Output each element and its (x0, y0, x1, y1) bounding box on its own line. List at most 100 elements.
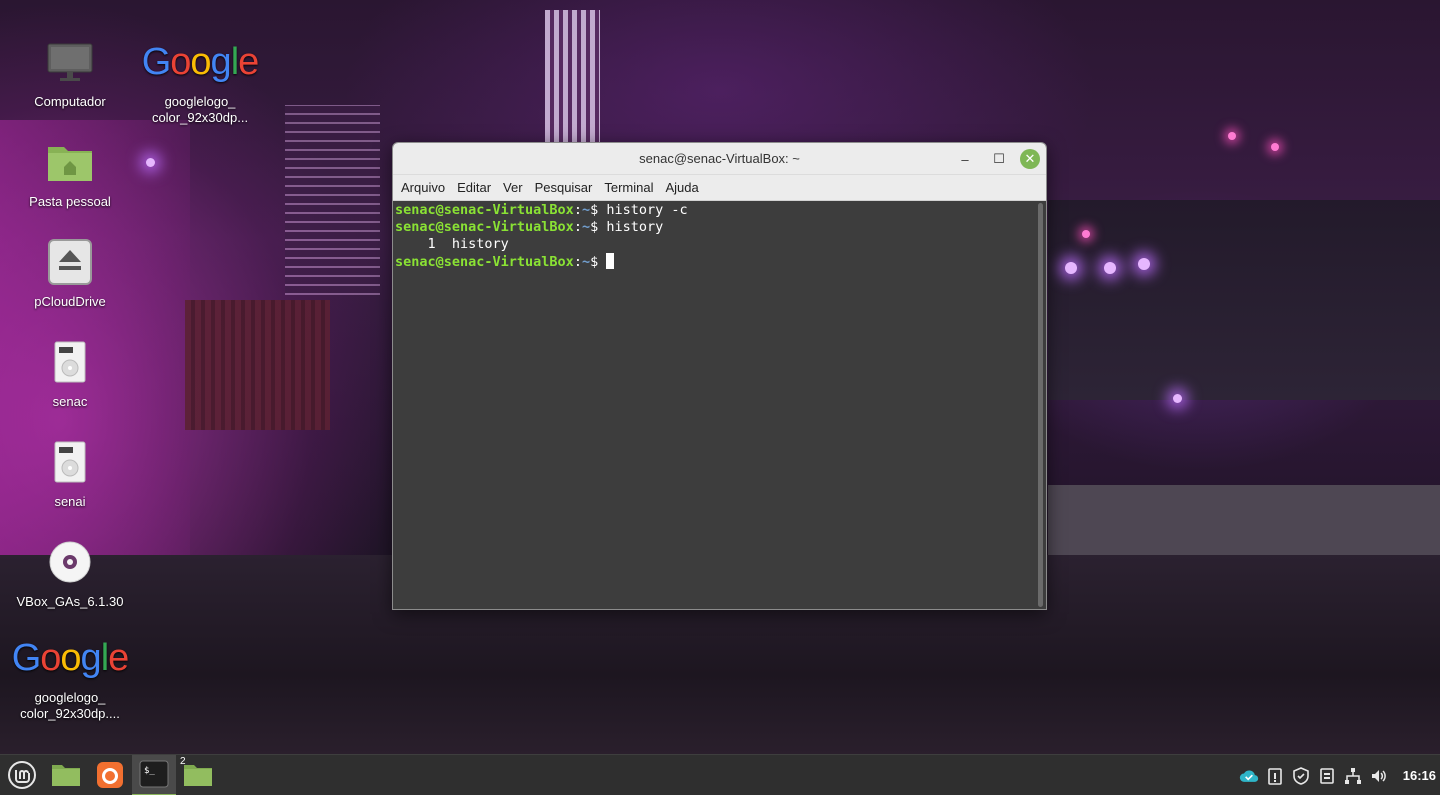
shield-icon (1292, 766, 1309, 785)
google-logo-icon: Google (141, 41, 260, 83)
desktop-icon-senac[interactable]: senac (10, 332, 130, 410)
taskbar-firefox-launcher[interactable] (88, 755, 132, 795)
prompt-path: ~ (581, 219, 591, 235)
system-tray: 16:16 (1239, 755, 1440, 795)
menu-button[interactable] (0, 755, 44, 795)
text-cursor (606, 253, 615, 269)
volume-icon (1371, 769, 1386, 782)
scrollbar[interactable] (1038, 203, 1043, 607)
home-folder-icon (48, 147, 92, 181)
desktop-icon-vbox-gas[interactable]: VBox_GAs_6.1.30 (10, 532, 130, 610)
optical-disc-icon (49, 541, 91, 583)
wallpaper-light (1138, 258, 1150, 270)
desktop-icon-label: VBox_GAs_6.1.30 (16, 594, 124, 609)
terminal-icon: $_ (139, 760, 169, 788)
linux-mint-logo-icon (8, 761, 36, 789)
network-icon (1344, 767, 1361, 784)
prompt-path: ~ (581, 254, 591, 270)
wallpaper-light (1271, 143, 1279, 151)
terminal-line: senac@senac-VirtualBox:~$ (395, 253, 1044, 270)
wallpaper-light (1104, 262, 1116, 274)
prompt-symbol: $ (590, 254, 607, 270)
window-controls: ‒ ☐ ✕ (952, 148, 1040, 170)
drive-file-icon (54, 341, 86, 383)
desktop-icon-label: senai (54, 494, 86, 509)
note-icon (1319, 767, 1334, 784)
google-logo-icon: Google (11, 637, 130, 679)
window-titlebar[interactable]: senac@senac-VirtualBox: ~ ‒ ☐ ✕ (393, 143, 1046, 175)
wallpaper-container (185, 300, 330, 430)
desktop-icon-pclouddrive[interactable]: pCloudDrive (10, 232, 130, 310)
wallpaper-wall (1048, 485, 1440, 555)
menu-terminal[interactable]: Terminal (600, 180, 661, 195)
maximize-button[interactable]: ☐ (986, 148, 1012, 170)
menu-ajuda[interactable]: Ajuda (662, 180, 707, 195)
clock[interactable]: 16:16 (1403, 768, 1436, 783)
command-text: history -c (606, 202, 688, 218)
tray-notes[interactable] (1317, 766, 1337, 786)
folder-icon (184, 765, 212, 786)
drive-file-icon (54, 441, 86, 483)
prompt-symbol: $ (590, 202, 607, 218)
desktop-icon-label: Computador (34, 94, 106, 109)
window-count-badge: 2 (180, 755, 186, 767)
taskbar-files-window[interactable]: 2 (176, 755, 220, 795)
monitor-icon (47, 43, 93, 81)
desktop-icon-label: senac (52, 394, 88, 409)
menu-ver[interactable]: Ver (499, 180, 531, 195)
menu-editar[interactable]: Editar (453, 180, 499, 195)
wallpaper-building (1048, 200, 1440, 400)
taskbar-files-launcher[interactable] (44, 755, 88, 795)
terminal-window[interactable]: senac@senac-VirtualBox: ~ ‒ ☐ ✕ Arquivo … (392, 142, 1047, 610)
terminal-output[interactable]: senac@senac-VirtualBox:~$ history -c sen… (393, 201, 1046, 609)
tray-pcloud[interactable] (1239, 766, 1259, 786)
wallpaper-tower (285, 105, 380, 295)
prompt-path: ~ (581, 202, 591, 218)
tray-network[interactable] (1343, 766, 1363, 786)
cloud-check-icon (1239, 769, 1258, 782)
window-title: senac@senac-VirtualBox: ~ (639, 151, 800, 166)
menu-arquivo[interactable]: Arquivo (397, 180, 453, 195)
command-output: 1 history (395, 236, 509, 252)
wallpaper-light (1173, 394, 1182, 403)
wallpaper-light (146, 158, 155, 167)
desktop-icon-label: pCloudDrive (34, 294, 106, 309)
desktop-icon-label: googlelogo_ color_92x30dp.... (20, 690, 120, 721)
desktop-icon-googlelogo[interactable]: Google googlelogo_ color_92x30dp... (140, 32, 260, 126)
clipboard-alert-icon (1267, 767, 1282, 785)
firefox-icon (97, 762, 123, 788)
desktop-icon-label: googlelogo_ color_92x30dp... (151, 94, 249, 125)
prompt-separator: : (573, 219, 582, 235)
minimize-button[interactable]: ‒ (952, 148, 978, 170)
terminal-line: senac@senac-VirtualBox:~$ history (395, 219, 1044, 236)
prompt-user: senac@senac-VirtualBox (395, 254, 574, 270)
prompt-symbol: $ (590, 219, 607, 235)
folder-icon (52, 765, 80, 786)
desktop-icon-pasta-pessoal[interactable]: Pasta pessoal (10, 132, 130, 210)
terminal-line: 1 history (395, 236, 1044, 253)
menu-bar: Arquivo Editar Ver Pesquisar Terminal Aj… (393, 175, 1046, 201)
tray-volume[interactable] (1369, 766, 1389, 786)
wallpaper-light (1082, 230, 1090, 238)
desktop-icon-computador[interactable]: Computador (10, 32, 130, 110)
tray-security[interactable] (1291, 766, 1311, 786)
prompt-separator: : (573, 202, 582, 218)
wallpaper-tower (545, 10, 600, 150)
terminal-glyph: $_ (144, 766, 155, 776)
prompt-user: senac@senac-VirtualBox (395, 219, 574, 235)
terminal-line: senac@senac-VirtualBox:~$ history -c (395, 202, 1044, 219)
wallpaper-light (1065, 262, 1077, 274)
prompt-separator: : (573, 254, 582, 270)
desktop-icon-senai[interactable]: senai (10, 432, 130, 510)
tray-updates[interactable] (1265, 766, 1285, 786)
eject-drive-icon (48, 239, 92, 285)
wallpaper-light (1228, 132, 1236, 140)
command-text: history (606, 219, 664, 235)
desktop-icon-googlelogo-2[interactable]: Google googlelogo_ color_92x30dp.... (10, 628, 130, 722)
prompt-user: senac@senac-VirtualBox (395, 202, 574, 218)
menu-pesquisar[interactable]: Pesquisar (531, 180, 601, 195)
desktop-icon-label: Pasta pessoal (29, 194, 111, 209)
taskbar: $_ 2 16:16 (0, 754, 1440, 795)
close-button[interactable]: ✕ (1020, 149, 1040, 169)
taskbar-terminal-window[interactable]: $_ (132, 754, 176, 795)
